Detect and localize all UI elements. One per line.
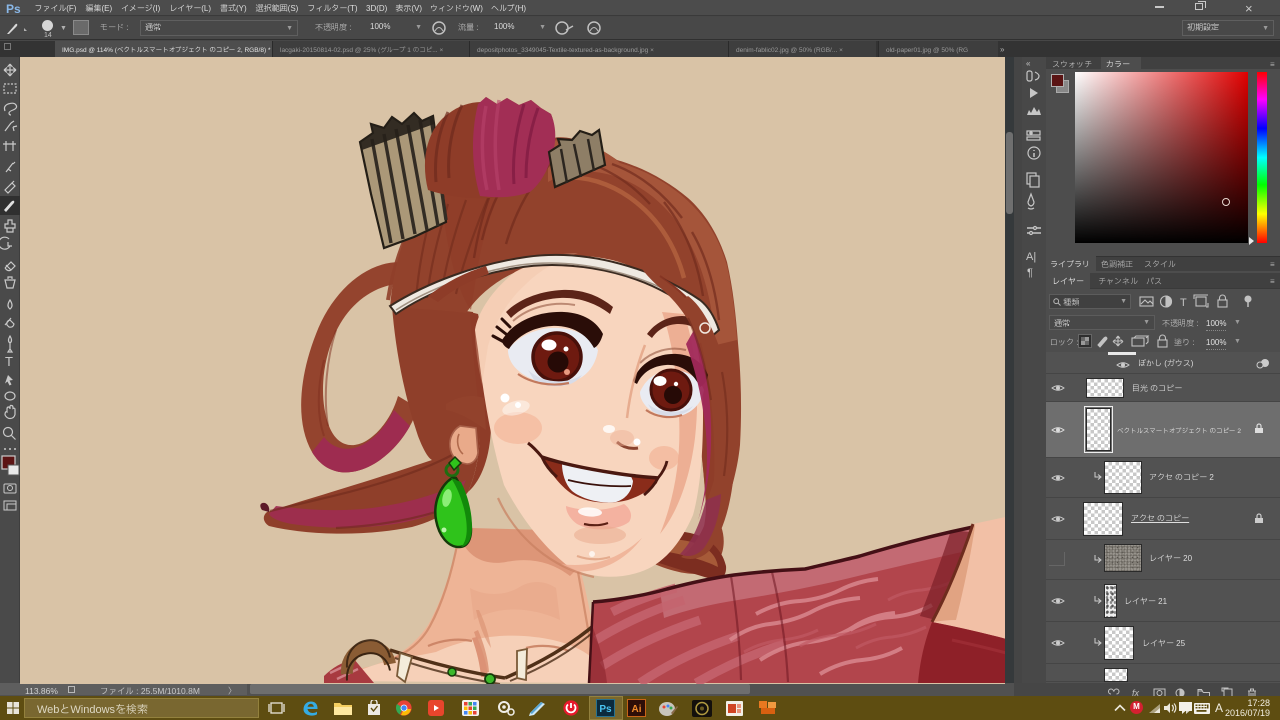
svg-text:¶: ¶ bbox=[1027, 264, 1033, 281]
svg-text:A|: A| bbox=[1026, 248, 1036, 265]
svg-text:«: « bbox=[1026, 58, 1031, 70]
svg-text:T: T bbox=[5, 352, 13, 372]
svg-text:T: T bbox=[1180, 294, 1187, 309]
